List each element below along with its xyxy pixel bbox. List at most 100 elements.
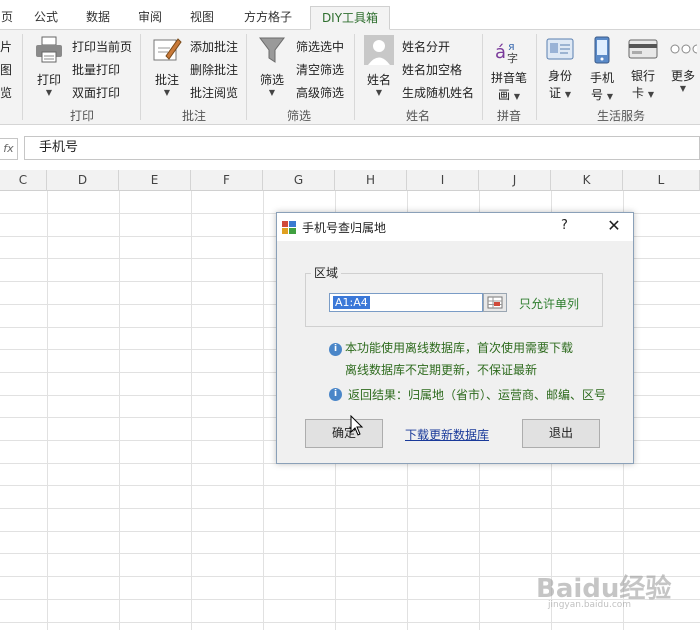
close-button[interactable]: ✕: [603, 215, 625, 237]
more-dots-icon: [670, 44, 700, 54]
name-button[interactable]: 姓名 ▼: [360, 34, 398, 97]
print-button[interactable]: 打印 ▼: [30, 36, 68, 97]
region-legend: 区域: [311, 264, 342, 281]
name-add-space[interactable]: 姓名加空格: [402, 61, 462, 78]
id-card-button[interactable]: 身份 证 ▼: [542, 36, 578, 101]
grid-vline: [47, 191, 48, 630]
generate-random-name[interactable]: 生成随机姓名: [402, 84, 474, 101]
column-header[interactable]: K: [551, 170, 623, 191]
grid-hline: [0, 622, 700, 623]
id-card-label-1: 身份: [547, 69, 572, 83]
column-header[interactable]: C: [0, 170, 47, 191]
column-header[interactable]: F: [191, 170, 263, 191]
exit-button[interactable]: 退出: [522, 419, 600, 448]
download-database-link[interactable]: 下载更新数据库: [405, 426, 489, 443]
bank-card-icon: [628, 39, 658, 59]
chevron-down-icon: ▼: [606, 92, 613, 101]
comment-pen-icon: [153, 38, 182, 61]
ribbon-tab-bar: 页 公式 数据 审阅 视图 方方格子 DIY工具箱: [0, 0, 700, 30]
mobile-label-1: 手机: [589, 71, 614, 85]
column-header[interactable]: L: [623, 170, 700, 191]
mouse-cursor-icon: [350, 415, 364, 436]
chevron-down-icon: ▼: [268, 88, 276, 97]
app-icon: [282, 221, 296, 234]
column-header[interactable]: E: [119, 170, 191, 191]
grid-vline: [191, 191, 192, 630]
advanced-filter[interactable]: 高级筛选: [296, 84, 344, 101]
filter-button[interactable]: 筛选 ▼: [254, 36, 290, 97]
mobile-label-2: 号: [591, 88, 604, 102]
comment-label: 批注: [154, 73, 179, 87]
split-name[interactable]: 姓名分开: [402, 38, 450, 55]
filter-label: 筛选: [259, 73, 284, 87]
mobile-phone-icon: [594, 36, 610, 64]
ribbon-partial-item[interactable]: 图: [0, 61, 12, 78]
column-header[interactable]: G: [263, 170, 335, 191]
comment-button[interactable]: 批注 ▼: [148, 36, 186, 97]
info-icon: i: [329, 388, 342, 401]
comment-group-label: 批注: [181, 109, 206, 123]
id-card-icon: [546, 38, 574, 60]
more-button[interactable]: 更多 ▼: [666, 36, 700, 93]
pinyin-stroke-button[interactable]: á я 字 拼音笔 画 ▼: [486, 36, 532, 103]
column-header[interactable]: H: [335, 170, 407, 191]
svg-text:字: 字: [507, 51, 518, 64]
pinyin-label-2: 画: [498, 88, 511, 102]
fx-icon[interactable]: fx: [0, 138, 18, 160]
mobile-number-button[interactable]: 手机 号 ▼: [584, 36, 620, 103]
ribbon-partial-item[interactable]: 片: [0, 38, 12, 55]
column-header-row: C D E F G H I J K L: [0, 170, 700, 191]
tab-data[interactable]: 数据: [78, 6, 118, 30]
dialog-title: 手机号查归属地: [302, 221, 387, 235]
pinyin-group-label: 拼音: [496, 109, 521, 123]
range-picker-icon: [487, 296, 503, 309]
chevron-down-icon: ▼: [564, 90, 571, 99]
grid-hline: [0, 553, 700, 554]
grid-vline: [263, 191, 264, 630]
filter-group-label: 筛选: [286, 109, 311, 123]
grid-hline: [0, 508, 700, 509]
bank-card-button[interactable]: 银行 卡 ▼: [624, 36, 662, 101]
chevron-down-icon: ▼: [163, 88, 171, 97]
id-card-label-2: 证: [549, 86, 562, 100]
clear-filter[interactable]: 清空筛选: [296, 61, 344, 78]
duplex-print[interactable]: 双面打印: [72, 84, 120, 101]
formula-input[interactable]: 手机号: [24, 136, 700, 160]
dialog-title-bar[interactable]: 手机号查归属地 ? ✕: [277, 213, 633, 241]
tab-fangfang[interactable]: 方方格子: [236, 6, 300, 30]
chevron-down-icon: ▼: [45, 88, 53, 97]
print-group-label: 打印: [69, 109, 94, 123]
add-comment[interactable]: 添加批注: [190, 38, 238, 55]
info-icon: i: [329, 343, 342, 356]
svg-text:á: á: [495, 42, 506, 63]
bank-card-label-1: 银行: [630, 69, 655, 83]
tab-review[interactable]: 审阅: [130, 6, 170, 30]
chevron-down-icon: ▼: [513, 92, 520, 101]
print-current-page[interactable]: 打印当前页: [72, 38, 132, 55]
person-icon: [364, 35, 394, 65]
delete-comment[interactable]: 删除批注: [190, 61, 238, 78]
comment-reading[interactable]: 批注阅览: [190, 84, 238, 101]
batch-print[interactable]: 批量打印: [72, 61, 120, 78]
pinyin-label-1: 拼音笔: [490, 71, 527, 85]
tab-formula[interactable]: 公式: [26, 6, 66, 30]
ok-button[interactable]: 确定: [305, 419, 383, 448]
range-picker-button[interactable]: [483, 293, 507, 312]
formula-bar: fx 手机号: [0, 134, 700, 162]
tab-view[interactable]: 视图: [182, 6, 222, 30]
tab-diy-toolbox[interactable]: DIY工具箱: [310, 6, 390, 30]
tab-page[interactable]: 页: [0, 6, 14, 30]
column-header[interactable]: D: [47, 170, 119, 191]
printer-icon: [36, 36, 62, 63]
filter-selected[interactable]: 筛选选中: [296, 38, 344, 55]
range-input[interactable]: A1:A4: [329, 293, 483, 312]
watermark-url: jingyan.baidu.com: [548, 600, 632, 610]
help-button[interactable]: ?: [561, 218, 568, 233]
grid-hline: [0, 485, 700, 486]
mobile-location-dialog: 手机号查归属地 ? ✕ 区域 A1:A4 只允许单列 i 本功能使用离线数据库，…: [276, 212, 634, 464]
column-header[interactable]: I: [407, 170, 479, 191]
column-header[interactable]: J: [479, 170, 551, 191]
chevron-down-icon: ▼: [375, 88, 383, 97]
life-service-group-label: 生活服务: [596, 109, 645, 123]
ribbon-partial-item[interactable]: 览: [0, 84, 12, 101]
